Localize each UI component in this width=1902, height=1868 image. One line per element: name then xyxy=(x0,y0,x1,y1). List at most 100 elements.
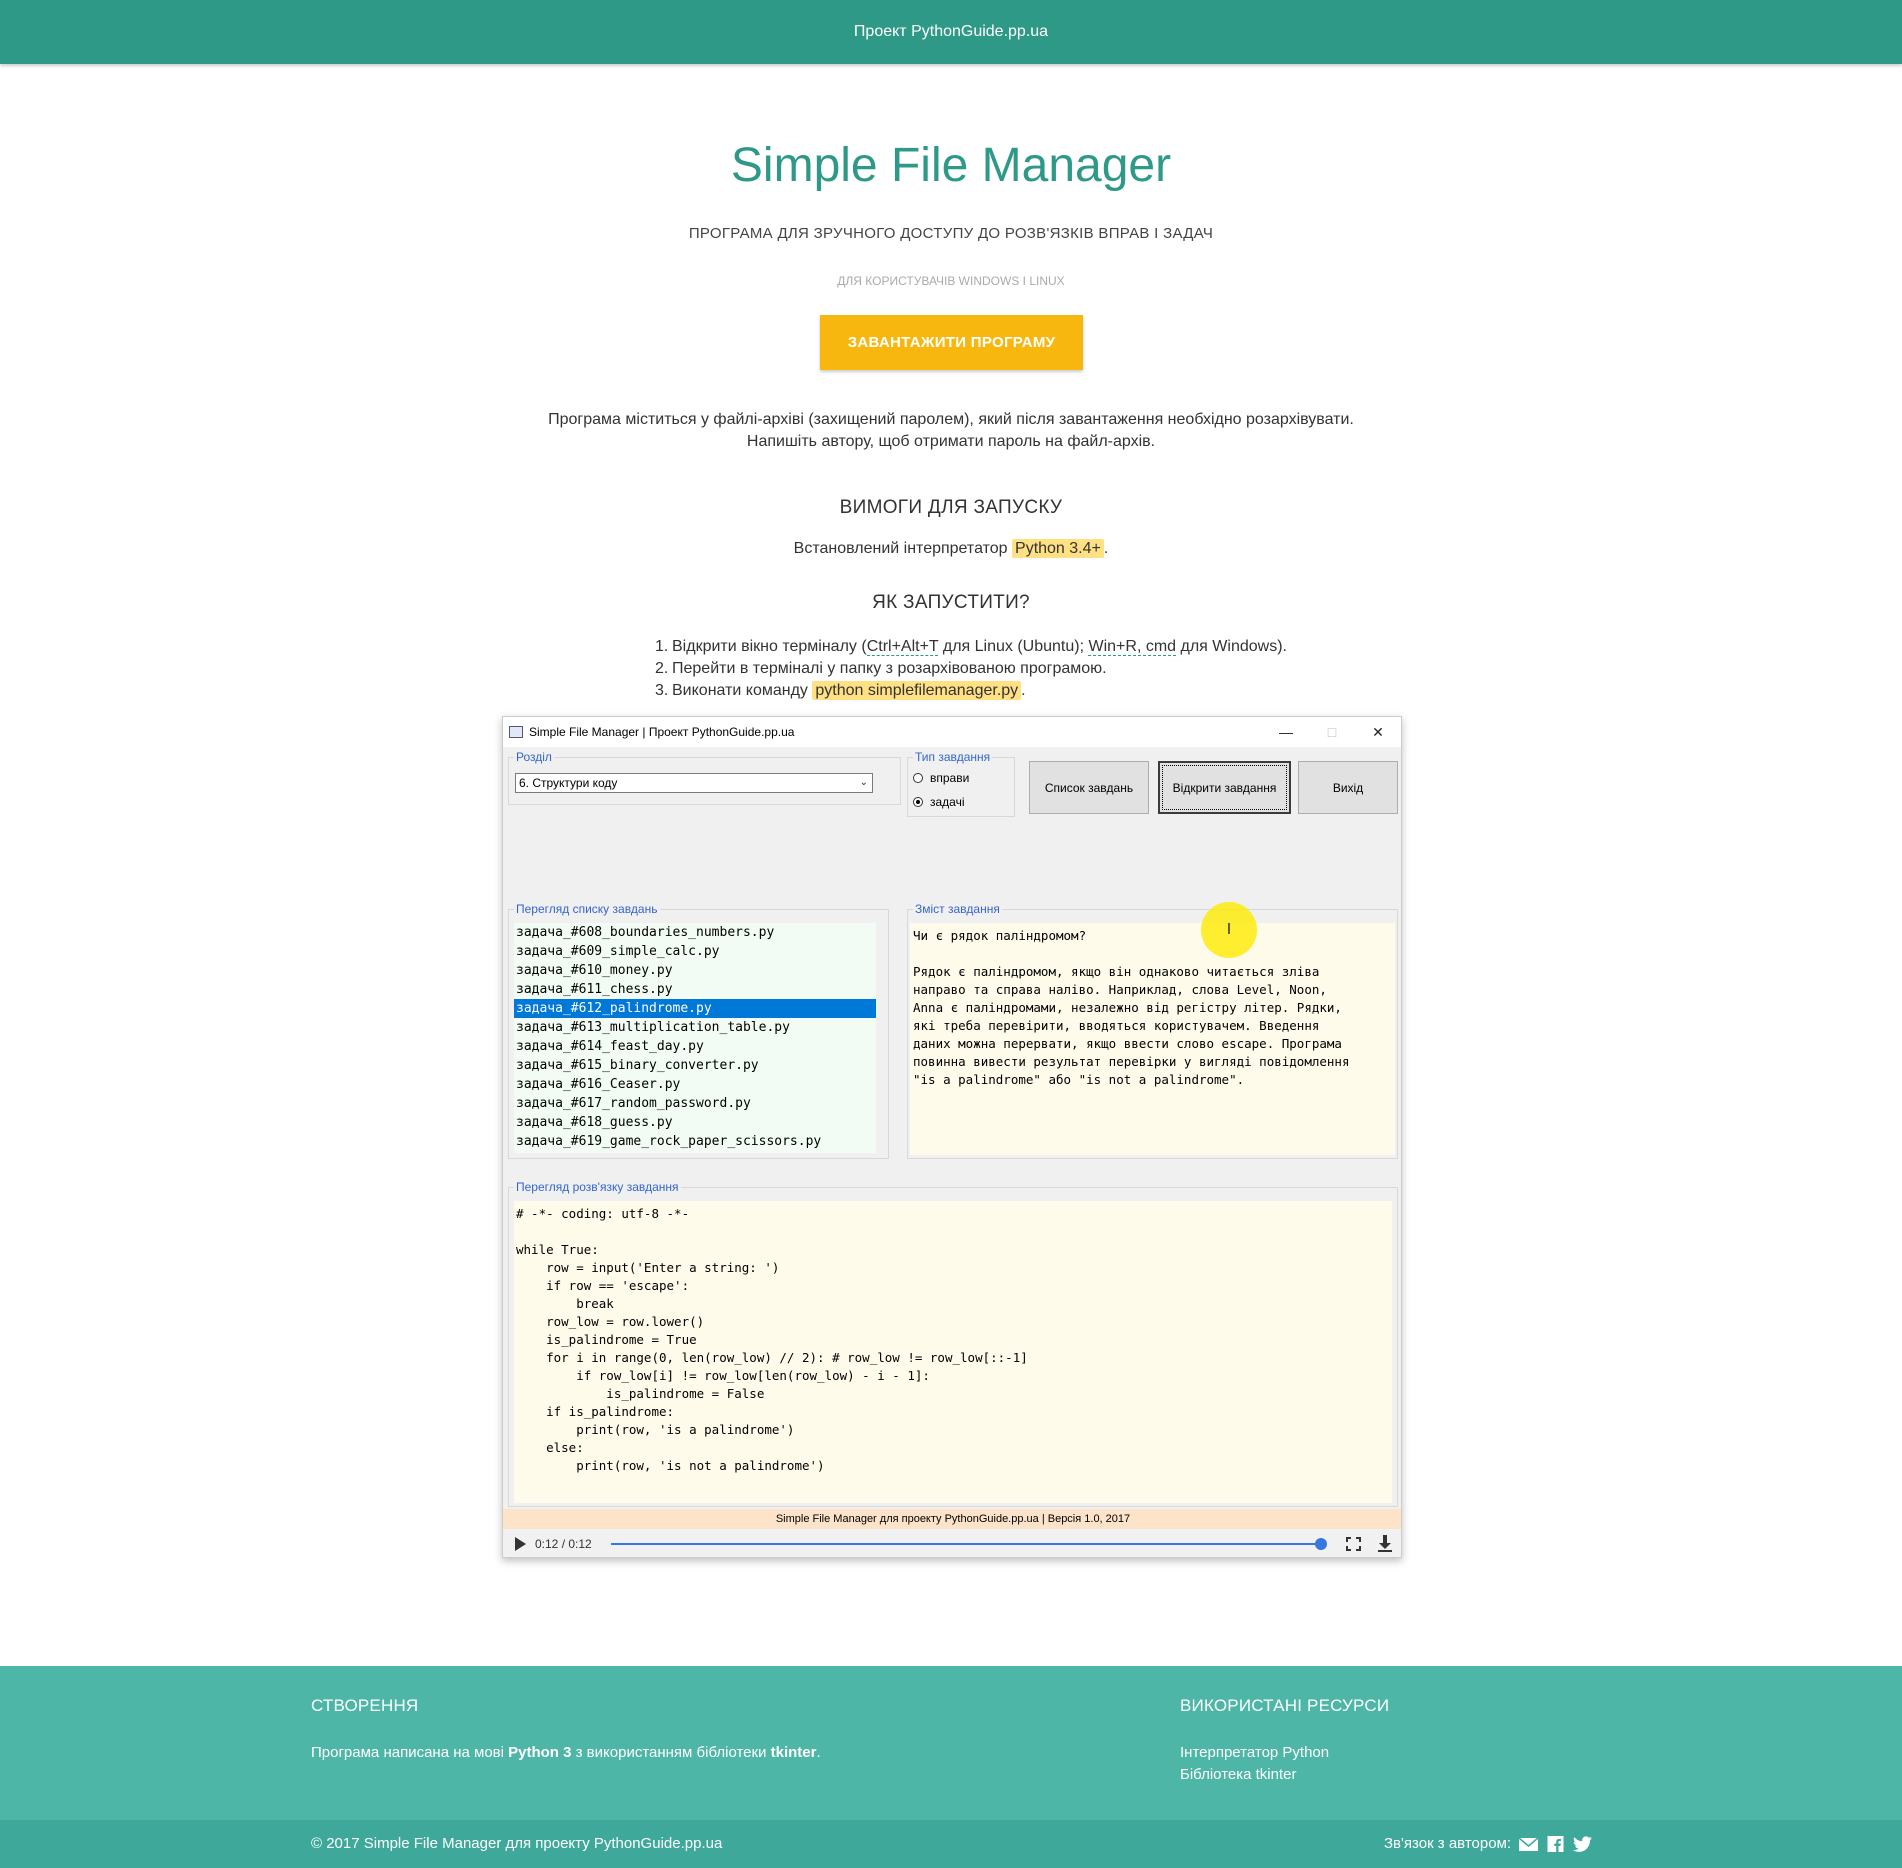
step-text: Відкрити вікно терміналу (Ctrl+Alt+T для… xyxy=(672,636,1287,658)
video-controls: 0:12 / 0:12 xyxy=(503,1529,1401,1557)
task-list-item[interactable]: задача_#616_Ceaser.py xyxy=(514,1075,876,1094)
section-dropdown[interactable]: 6. Структури коду ⌄ xyxy=(515,773,873,793)
task-content-text[interactable]: Чи є рядок паліндромом? Рядок є паліндро… xyxy=(910,923,1395,1155)
task-list-item[interactable]: задача_#618_guess.py xyxy=(514,1113,876,1132)
archive-note-line2: Напишіть автору, щоб отримати пароль на … xyxy=(746,433,1156,450)
platforms-note: ДЛЯ КОРИСТУВАЧІВ WINDOWS І LINUX xyxy=(837,274,1065,288)
play-icon[interactable] xyxy=(515,1537,526,1551)
creation-tkinter: tkinter xyxy=(770,1744,817,1761)
requirements-suffix: . xyxy=(1103,540,1109,557)
radio-exercises[interactable]: вправи xyxy=(913,771,969,785)
section-label: Розділ xyxy=(514,750,554,764)
mail-icon[interactable] xyxy=(1519,1836,1539,1852)
step-number: 1. xyxy=(655,638,669,655)
app-window-icon xyxy=(509,726,523,738)
top-bar: Проект PythonGuide.pp.ua xyxy=(0,0,1902,64)
archive-note: Програма міститься у файлі-архіві (захищ… xyxy=(0,409,1902,453)
solution-code-text[interactable]: # -*- coding: utf-8 -*- while True: row … xyxy=(514,1201,1392,1503)
fullscreen-icon[interactable] xyxy=(1345,1536,1362,1552)
chevron-down-icon: ⌄ xyxy=(859,777,868,788)
step-text-part: для Linux (Ubuntu); xyxy=(938,638,1089,655)
exit-button[interactable]: Вихід xyxy=(1298,761,1398,814)
radio-tasks-label: задачі xyxy=(930,795,965,809)
radio-exercises-dot xyxy=(913,773,923,783)
resources-list: Інтерпретатор Python Бібліотека tkinter xyxy=(1180,1742,1329,1786)
open-task-button[interactable]: Відкрити завдання xyxy=(1158,761,1291,814)
task-list-label: Перегляд списку завдань xyxy=(514,902,660,916)
radio-tasks[interactable]: задачі xyxy=(913,795,965,809)
resources-heading: ВИКОРИСТАНІ РЕСУРСИ xyxy=(1180,1696,1390,1715)
download-button[interactable]: ЗАВАНТАЖИТИ ПРОГРАМУ xyxy=(820,315,1083,370)
resource-tkinter-link[interactable]: Бібліотека tkinter xyxy=(1180,1764,1329,1786)
task-list-item[interactable]: задача_#619_game_rock_paper_scissors.py xyxy=(514,1132,876,1151)
task-listbox[interactable]: задача_#608_boundaries_numbers.py задача_… xyxy=(514,923,876,1153)
resource-python-link[interactable]: Інтерпретатор Python xyxy=(1180,1742,1329,1764)
shortcut-windows: Win+R, cmd xyxy=(1088,638,1177,656)
python-version-highlight: Python 3.4+ xyxy=(1012,539,1104,558)
requirements-label: Встановлений інтерпретатор xyxy=(793,540,1008,557)
run-step-2: 2. Перейти в терміналі у папку з розархі… xyxy=(655,658,1287,680)
video-progress-bar[interactable] xyxy=(611,1538,1327,1550)
task-list-item[interactable]: задача_#617_random_password.py xyxy=(514,1094,876,1113)
contact-author: Зв'язок з автором: xyxy=(1384,1835,1593,1852)
step-number: 2. xyxy=(655,660,669,677)
close-icon[interactable]: ✕ xyxy=(1355,717,1401,747)
run-step-3: 3. Виконати команду python simplefileman… xyxy=(655,680,1287,702)
run-command-highlight: python simplefilemanager.py xyxy=(812,681,1022,700)
archive-note-line1: Програма міститься у файлі-архіві (захищ… xyxy=(548,411,1354,428)
twitter-icon[interactable] xyxy=(1573,1835,1593,1852)
step-text: Перейти в терміналі у папку з розархівов… xyxy=(672,660,1107,677)
creation-python: Python 3 xyxy=(508,1744,572,1761)
creation-text-part: Програма написана на мові xyxy=(311,1744,509,1761)
step-text-part: Відкрити вікно терміналу ( xyxy=(672,638,867,655)
radio-tasks-dot xyxy=(913,797,923,807)
howto-heading: ЯК ЗАПУСТИТИ? xyxy=(872,592,1030,613)
maximize-icon[interactable]: □ xyxy=(1309,717,1355,747)
step-number: 3. xyxy=(655,682,669,699)
run-steps-list: 1. Відкрити вікно терміналу (Ctrl+Alt+T … xyxy=(655,636,1287,702)
radio-exercises-label: вправи xyxy=(930,771,970,785)
video-time: 0:12 / 0:12 xyxy=(535,1537,592,1551)
task-list-item[interactable]: задача_#609_simple_calc.py xyxy=(514,942,876,961)
section-dropdown-value: 6. Структури коду xyxy=(519,776,618,790)
app-window-title: Simple File Manager | Проект PythonGuide… xyxy=(529,725,795,739)
app-status-bar: Simple File Manager для проекту PythonGu… xyxy=(503,1509,1401,1529)
creation-text-part: . xyxy=(816,1744,821,1761)
bottom-bar: © 2017 Simple File Manager для проекту P… xyxy=(0,1820,1902,1868)
footer: СТВОРЕННЯ Програма написана на мові Pyth… xyxy=(0,1666,1902,1820)
task-list-item[interactable]: задача_#610_money.py xyxy=(514,961,876,980)
copyright-text: © 2017 Simple File Manager для проекту P… xyxy=(311,1835,723,1852)
creation-heading: СТВОРЕННЯ xyxy=(311,1696,419,1715)
app-title-bar: Simple File Manager | Проект PythonGuide… xyxy=(503,717,1401,747)
creation-text-part: з використанням бібліотеки xyxy=(571,1744,771,1761)
task-list-item[interactable]: задача_#614_feast_day.py xyxy=(514,1037,876,1056)
task-list-item[interactable]: задача_#615_binary_converter.py xyxy=(514,1056,876,1075)
facebook-icon[interactable] xyxy=(1546,1835,1565,1852)
page-title: Simple File Manager xyxy=(730,139,1172,192)
requirements-heading: ВИМОГИ ДЛЯ ЗАПУСКУ xyxy=(839,497,1063,518)
task-content-label: Зміст завдання xyxy=(913,902,1002,916)
minimize-icon[interactable]: — xyxy=(1263,717,1309,747)
step-text: Виконати команду python simplefilemanage… xyxy=(672,680,1026,702)
step-text-part: для Windows). xyxy=(1176,638,1287,655)
top-bar-title[interactable]: Проект PythonGuide.pp.ua xyxy=(854,23,1048,41)
task-list-button[interactable]: Список завдань xyxy=(1029,761,1149,814)
task-type-label: Тип завдання xyxy=(913,750,993,764)
app-window-video: Simple File Manager | Проект PythonGuide… xyxy=(502,716,1402,1558)
task-list-item[interactable]: задача_#611_chess.py xyxy=(514,980,876,999)
mouse-cursor-highlight: I xyxy=(1201,902,1257,958)
shortcut-linux: Ctrl+Alt+T xyxy=(866,638,939,656)
task-list-item[interactable]: задача_#608_boundaries_numbers.py xyxy=(514,923,876,942)
task-list-item[interactable]: задача_#613_multiplication_table.py xyxy=(514,1018,876,1037)
window-controls: — □ ✕ xyxy=(1263,717,1401,747)
task-list-item[interactable]: задача_#612_palindrome.py xyxy=(514,999,876,1018)
contact-label: Зв'язок з автором: xyxy=(1384,1835,1512,1852)
run-step-1: 1. Відкрити вікно терміналу (Ctrl+Alt+T … xyxy=(655,636,1287,658)
download-icon[interactable] xyxy=(1378,1535,1392,1553)
solution-label: Перегляд розв'язку завдання xyxy=(514,1180,681,1194)
creation-text: Програма написана на мові Python 3 з вик… xyxy=(311,1742,821,1764)
step-text-part: . xyxy=(1021,682,1026,699)
video-progress-knob[interactable] xyxy=(1315,1538,1327,1550)
text-cursor-icon: I xyxy=(1226,921,1232,938)
requirements-text: Встановлений інтерпретатор Python 3.4+. xyxy=(0,539,1902,558)
